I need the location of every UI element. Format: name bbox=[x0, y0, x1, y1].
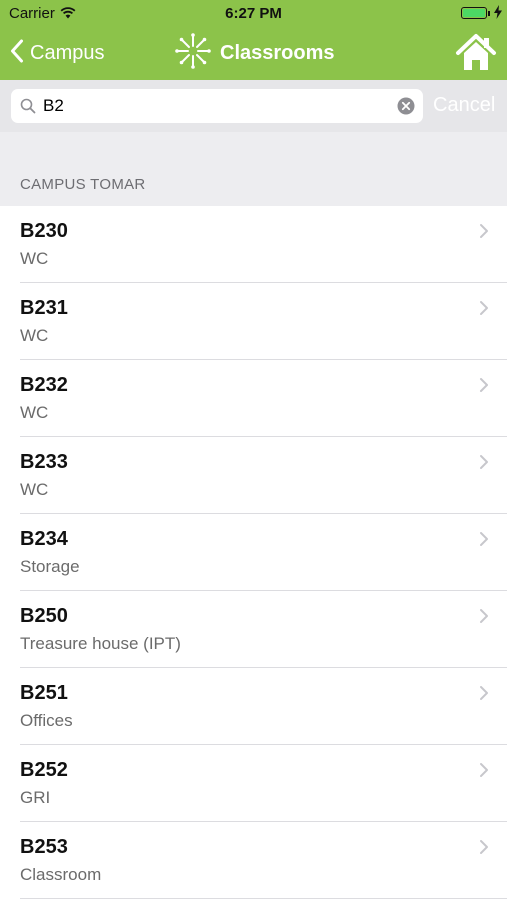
list-item-title: B230 bbox=[20, 220, 68, 242]
list-item-title: B252 bbox=[20, 759, 68, 781]
list-item-title: B234 bbox=[20, 528, 68, 550]
chevron-right-icon bbox=[479, 223, 489, 244]
list-item-subtitle: WC bbox=[20, 326, 49, 345]
list-item-title: B250 bbox=[20, 605, 68, 627]
chevron-right-icon bbox=[479, 685, 489, 706]
list-item[interactable]: B232 WC bbox=[0, 360, 507, 437]
list-item[interactable]: B230 WC bbox=[0, 206, 507, 283]
list-item-title: B251 bbox=[20, 682, 68, 704]
list-item-title: B233 bbox=[20, 451, 68, 473]
chevron-right-icon bbox=[479, 300, 489, 321]
list-item[interactable]: B252 GRI bbox=[0, 745, 507, 822]
search-bar: Cancel bbox=[0, 80, 507, 132]
chevron-right-icon bbox=[479, 377, 489, 398]
list-item-subtitle: Storage bbox=[20, 557, 80, 576]
list-item-title: B253 bbox=[20, 836, 68, 858]
battery-icon bbox=[461, 7, 487, 19]
search-icon bbox=[20, 98, 36, 119]
list-item-subtitle: Treasure house (IPT) bbox=[20, 634, 181, 653]
chevron-left-icon bbox=[10, 39, 24, 68]
list-item[interactable]: B253 Classroom bbox=[0, 822, 507, 899]
list-item-subtitle: WC bbox=[20, 403, 49, 422]
nav-title-label: Classrooms bbox=[220, 41, 335, 64]
list-item[interactable]: B231 WC bbox=[0, 283, 507, 360]
section-header-label: CAMPUS TOMAR bbox=[20, 176, 146, 193]
chevron-right-icon bbox=[479, 839, 489, 860]
status-time: 6:27 PM bbox=[225, 5, 282, 22]
home-icon bbox=[455, 34, 497, 78]
chevron-right-icon bbox=[479, 454, 489, 475]
chevron-right-icon bbox=[479, 531, 489, 552]
list-item-subtitle: Classroom bbox=[20, 865, 102, 884]
list-item[interactable]: B251 Offices bbox=[0, 668, 507, 745]
battery-tip bbox=[488, 11, 490, 16]
list-item-title: B231 bbox=[20, 297, 68, 319]
home-button[interactable] bbox=[455, 32, 497, 79]
chevron-right-icon bbox=[479, 608, 489, 629]
list-item-title: B232 bbox=[20, 374, 68, 396]
list-item-subtitle: Offices bbox=[20, 711, 73, 730]
back-button[interactable]: Campus bbox=[10, 38, 104, 68]
search-input[interactable] bbox=[43, 93, 393, 119]
starburst-logo-icon bbox=[174, 32, 212, 75]
list-item-subtitle: WC bbox=[20, 249, 49, 268]
clear-circle-icon[interactable] bbox=[397, 97, 415, 120]
cancel-button[interactable]: Cancel bbox=[433, 94, 495, 117]
list-item-subtitle: GRI bbox=[20, 788, 51, 807]
section-header: CAMPUS TOMAR bbox=[0, 132, 507, 206]
status-bar: Carrier 6:27 PM bbox=[0, 0, 507, 28]
list-item[interactable]: B250 Treasure house (IPT) bbox=[0, 591, 507, 668]
charging-bolt-icon bbox=[494, 5, 502, 24]
list-item[interactable]: B234 Storage bbox=[0, 514, 507, 591]
search-field[interactable] bbox=[11, 89, 423, 123]
chevron-right-icon bbox=[479, 762, 489, 783]
back-button-label: Campus bbox=[30, 41, 105, 64]
list-item[interactable]: B233 WC bbox=[0, 437, 507, 514]
nav-title: Classrooms bbox=[174, 32, 335, 75]
list-item-subtitle: WC bbox=[20, 480, 49, 499]
navigation-bar: Campus Classrooms bbox=[0, 28, 507, 80]
classroom-list: B230 WC B231 WC B232 WC B233 WC B234 Sto… bbox=[0, 206, 507, 899]
